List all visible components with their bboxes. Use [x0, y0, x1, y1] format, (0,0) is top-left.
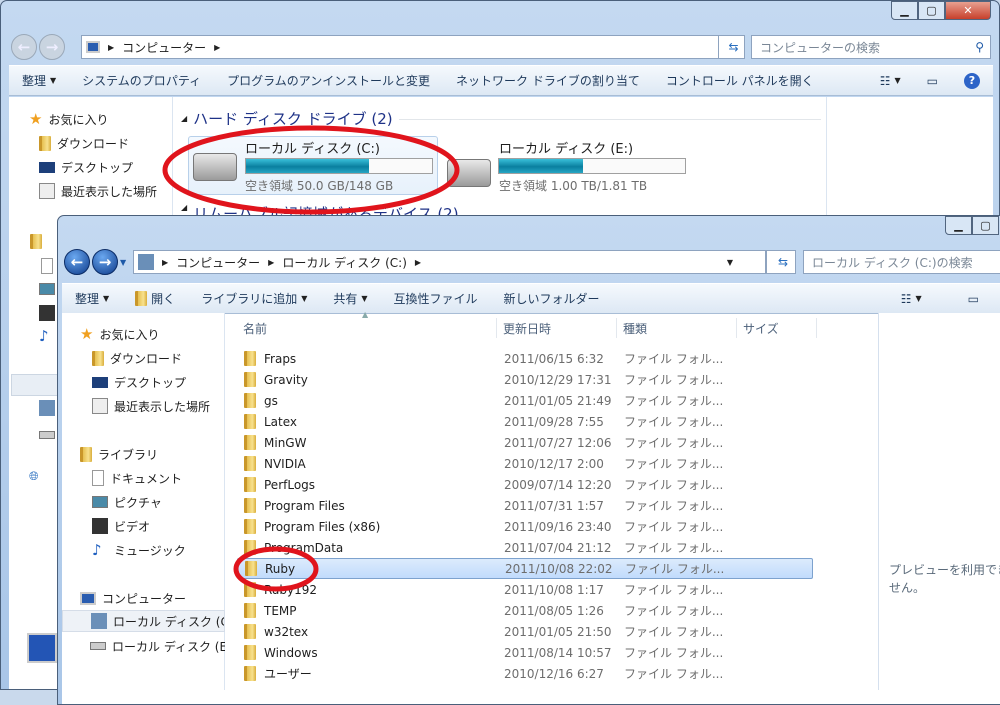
annotation-circle-drive-c	[162, 125, 460, 215]
annotation-circle-ruby	[233, 546, 319, 592]
annotation-overlay	[162, 125, 460, 592]
